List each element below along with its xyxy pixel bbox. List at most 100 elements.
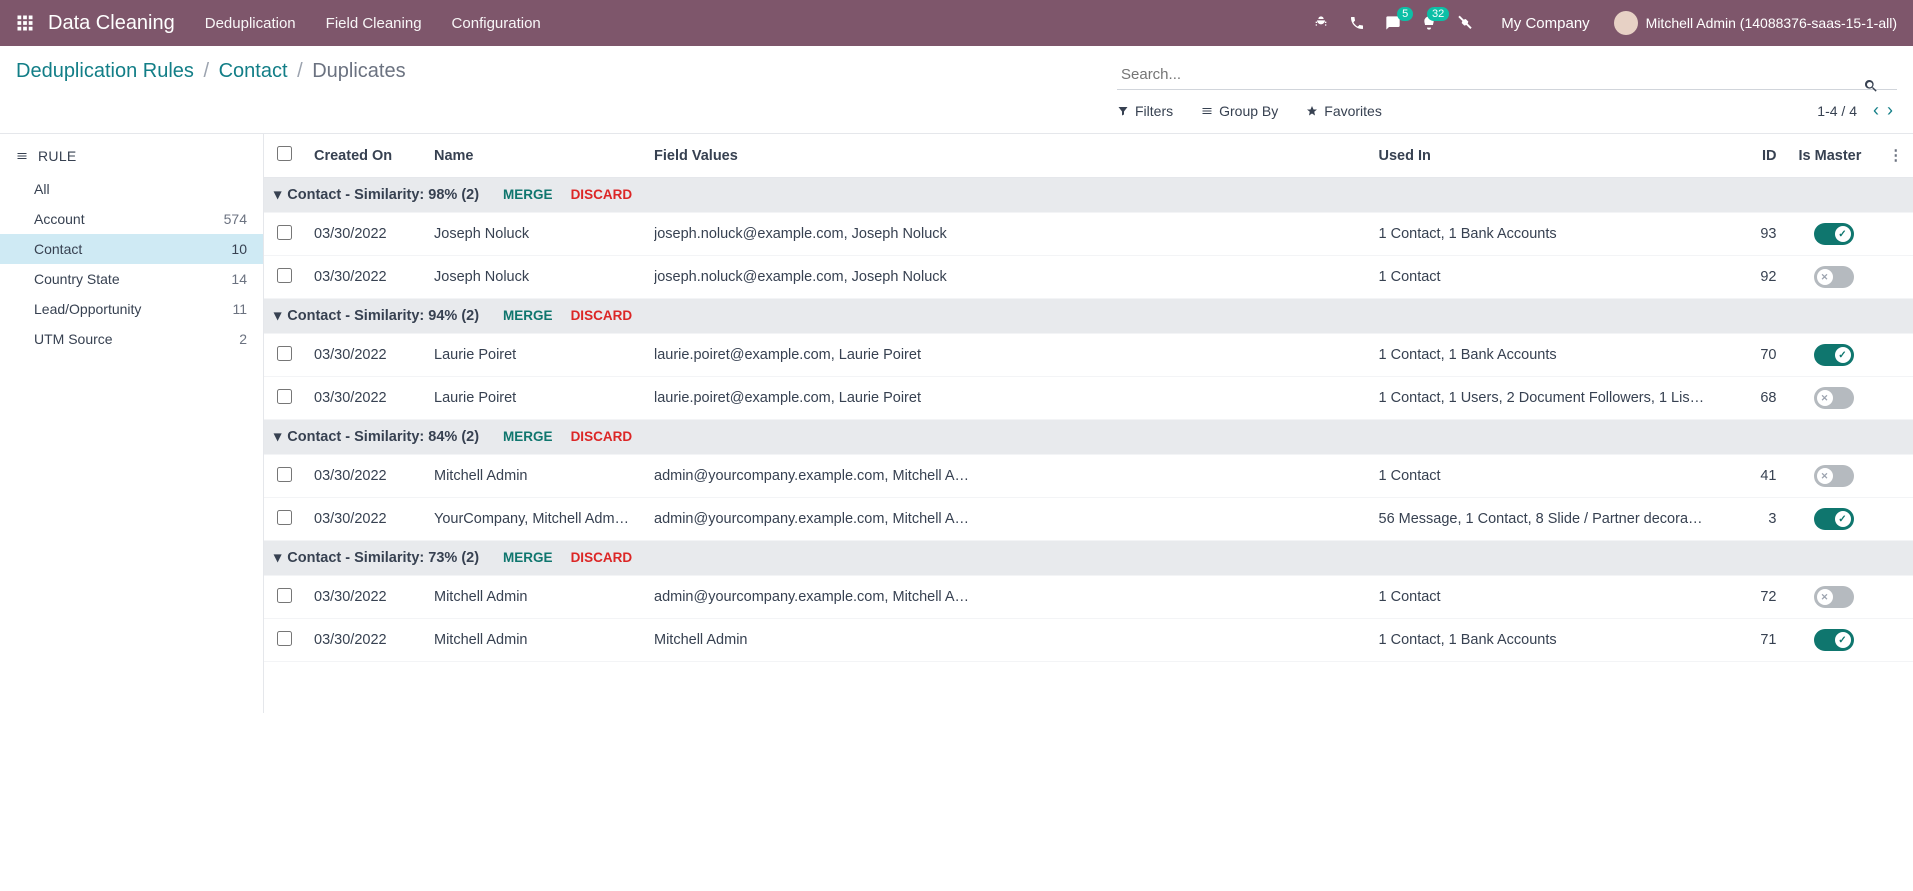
debug-icon[interactable]: [1313, 15, 1329, 31]
breadcrumb-mid[interactable]: Contact: [219, 60, 288, 82]
row-checkbox[interactable]: [277, 588, 292, 603]
discard-button[interactable]: DISCARD: [571, 429, 633, 444]
group-row[interactable]: ▾Contact - Similarity: 73% (2)MERGEDISCA…: [264, 541, 1913, 576]
company-switcher[interactable]: My Company: [1501, 15, 1589, 32]
discard-button[interactable]: DISCARD: [571, 550, 633, 565]
table-row[interactable]: 03/30/2022Mitchell Adminadmin@yourcompan…: [264, 576, 1913, 619]
discard-button[interactable]: DISCARD: [571, 308, 633, 323]
row-checkbox[interactable]: [277, 631, 292, 646]
search-icon[interactable]: [1863, 78, 1879, 97]
col-field-values[interactable]: Field Values: [644, 134, 1369, 178]
cell-used-in: 1 Contact: [1369, 455, 1729, 498]
breadcrumb-root[interactable]: Deduplication Rules: [16, 60, 194, 82]
caret-down-icon: ▾: [274, 308, 281, 324]
sidebar-item-country-state[interactable]: Country State14: [0, 264, 263, 294]
cell-field-values: admin@yourcompany.example.com, Mitchell …: [644, 498, 1369, 541]
is-master-toggle[interactable]: [1814, 465, 1854, 487]
cell-id: 93: [1729, 213, 1789, 256]
breadcrumb: Deduplication Rules / Contact / Duplicat…: [16, 60, 406, 83]
select-all-checkbox[interactable]: [277, 146, 292, 161]
group-row[interactable]: ▾Contact - Similarity: 84% (2)MERGEDISCA…: [264, 420, 1913, 455]
table-row[interactable]: 03/30/2022Laurie Poiretlaurie.poiret@exa…: [264, 377, 1913, 420]
discard-button[interactable]: DISCARD: [571, 187, 633, 202]
nav-field-cleaning[interactable]: Field Cleaning: [326, 15, 422, 32]
sidebar-item-lead-opportunity[interactable]: Lead/Opportunity11: [0, 294, 263, 324]
cell-created: 03/30/2022: [304, 377, 424, 420]
cell-field-values: laurie.poiret@example.com, Laurie Poiret: [644, 334, 1369, 377]
cell-created: 03/30/2022: [304, 256, 424, 299]
cell-used-in: 56 Message, 1 Contact, 8 Slide / Partner…: [1369, 498, 1729, 541]
col-id[interactable]: ID: [1729, 134, 1789, 178]
table-row[interactable]: 03/30/2022Mitchell Adminadmin@yourcompan…: [264, 455, 1913, 498]
breadcrumb-current: Duplicates: [312, 60, 405, 82]
brand-title[interactable]: Data Cleaning: [48, 12, 175, 35]
search-area: Filters Group By Favorites 1-4 / 4 ‹ ›: [1117, 60, 1897, 121]
nav-deduplication[interactable]: Deduplication: [205, 15, 296, 32]
is-master-toggle[interactable]: [1814, 586, 1854, 608]
sidebar-item-count: 2: [239, 331, 247, 347]
search-input[interactable]: [1117, 60, 1897, 90]
row-checkbox[interactable]: [277, 268, 292, 283]
is-master-toggle[interactable]: [1814, 629, 1854, 651]
is-master-toggle[interactable]: [1814, 344, 1854, 366]
sidebar-item-count: 574: [224, 211, 247, 227]
cell-field-values: joseph.noluck@example.com, Joseph Noluck: [644, 256, 1369, 299]
phone-icon[interactable]: [1349, 15, 1365, 31]
col-is-master[interactable]: Is Master: [1789, 134, 1879, 178]
activities-icon[interactable]: 32: [1421, 15, 1437, 31]
group-row[interactable]: ▾Contact - Similarity: 98% (2)MERGEDISCA…: [264, 178, 1913, 213]
sidebar-item-account[interactable]: Account574: [0, 204, 263, 234]
col-created-on[interactable]: Created On: [304, 134, 424, 178]
is-master-toggle[interactable]: [1814, 508, 1854, 530]
nav-configuration[interactable]: Configuration: [452, 15, 541, 32]
cell-name: Joseph Noluck: [424, 213, 644, 256]
filters-button[interactable]: Filters: [1117, 103, 1173, 119]
merge-button[interactable]: MERGE: [503, 429, 553, 444]
cell-name: Joseph Noluck: [424, 256, 644, 299]
col-name[interactable]: Name: [424, 134, 644, 178]
pager-prev-icon[interactable]: ‹: [1869, 100, 1883, 121]
pager-text[interactable]: 1-4 / 4: [1817, 103, 1857, 119]
pager-next-icon[interactable]: ›: [1883, 100, 1897, 121]
sidebar-item-label: All: [34, 181, 50, 197]
favorites-button[interactable]: Favorites: [1306, 103, 1382, 119]
cell-id: 92: [1729, 256, 1789, 299]
row-checkbox[interactable]: [277, 225, 292, 240]
sidebar-item-utm-source[interactable]: UTM Source2: [0, 324, 263, 354]
cell-used-in: 1 Contact, 1 Bank Accounts: [1369, 334, 1729, 377]
cell-id: 72: [1729, 576, 1789, 619]
messages-icon[interactable]: 5: [1385, 15, 1401, 31]
sidebar-item-contact[interactable]: Contact10: [0, 234, 263, 264]
cell-name: YourCompany, Mitchell Adm…: [424, 498, 644, 541]
sidebar-item-label: Contact: [34, 241, 82, 257]
user-menu[interactable]: Mitchell Admin (14088376-saas-15-1-all): [1646, 15, 1897, 31]
merge-button[interactable]: MERGE: [503, 550, 553, 565]
row-checkbox[interactable]: [277, 346, 292, 361]
row-checkbox[interactable]: [277, 510, 292, 525]
row-checkbox[interactable]: [277, 467, 292, 482]
col-options-icon[interactable]: ⋮: [1879, 134, 1913, 178]
sidebar-header[interactable]: RULE: [0, 148, 263, 174]
main: RULE All Account574Contact10Country State…: [0, 133, 1913, 713]
group-row[interactable]: ▾ Contact - Similarity: 94% (2) MERGE DISCA…: [264, 299, 1913, 334]
group-title: Contact - Similarity: 94% (2): [287, 308, 479, 324]
cell-created: 03/30/2022: [304, 498, 424, 541]
cell-used-in: 1 Contact, 1 Bank Accounts: [1369, 213, 1729, 256]
merge-button[interactable]: MERGE: [503, 187, 553, 202]
sidebar-item-all[interactable]: All: [0, 174, 263, 204]
merge-button[interactable]: MERGE: [503, 308, 553, 323]
table-row[interactable]: 03/30/2022Laurie Poiretlaurie.poiret@exa…: [264, 334, 1913, 377]
table-row[interactable]: 03/30/2022YourCompany, Mitchell Adm…admi…: [264, 498, 1913, 541]
avatar[interactable]: [1614, 11, 1638, 35]
row-checkbox[interactable]: [277, 389, 292, 404]
table-row[interactable]: 03/30/2022Mitchell AdminMitchell Admin1 …: [264, 619, 1913, 662]
table-row[interactable]: 03/30/2022Joseph Noluckjoseph.noluck@exa…: [264, 256, 1913, 299]
table-row[interactable]: 03/30/2022Joseph Noluckjoseph.noluck@exa…: [264, 213, 1913, 256]
groupby-button[interactable]: Group By: [1201, 103, 1278, 119]
col-used-in[interactable]: Used In: [1369, 134, 1729, 178]
is-master-toggle[interactable]: [1814, 387, 1854, 409]
is-master-toggle[interactable]: [1814, 223, 1854, 245]
apps-icon[interactable]: [16, 14, 34, 32]
is-master-toggle[interactable]: [1814, 266, 1854, 288]
tools-icon[interactable]: [1457, 15, 1473, 31]
